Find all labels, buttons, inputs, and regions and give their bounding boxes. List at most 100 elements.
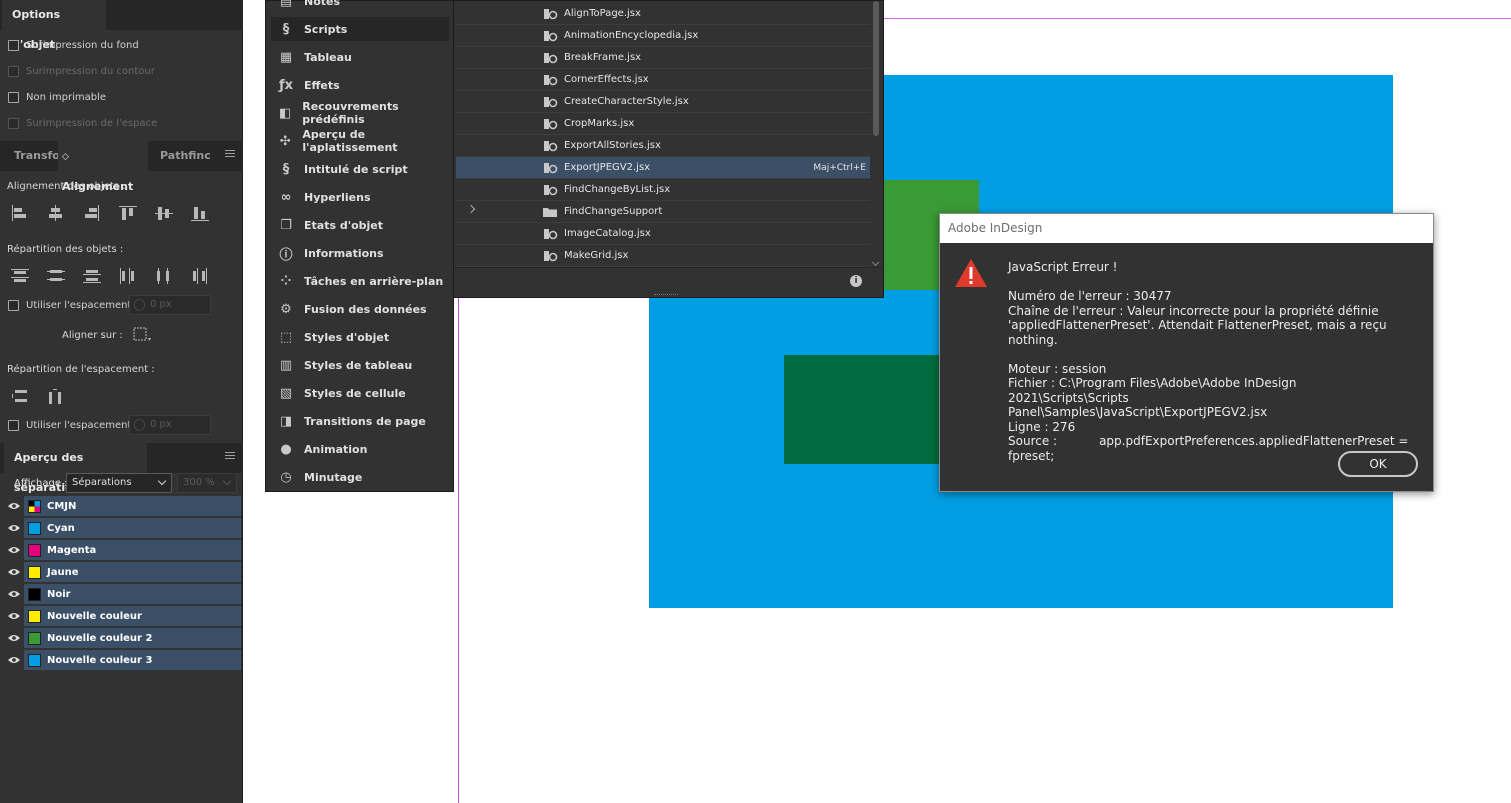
separation-row[interactable]: Noir [4,583,241,605]
align-top-icon[interactable] [119,205,137,221]
checkbox-use-spacing-2[interactable]: Utiliser l'espacement [8,417,131,433]
dock-item-object-states[interactable]: ❐ Etats d'objet [271,213,449,237]
separation-row[interactable]: Magenta [4,539,241,561]
dock-item-hyperlinks[interactable]: ∞ Hyperliens [271,185,449,209]
align-right-icon[interactable] [83,205,101,221]
scrollbar[interactable] [871,1,880,267]
script-row[interactable]: AnimationEncyclopedia.jsx [456,25,870,47]
dock-item-table-styles[interactable]: ▥ Styles de tableau [271,353,449,377]
script-row[interactable]: CornerEffects.jsx [456,69,870,91]
dock-item-trap-presets[interactable]: ◧ Recouvrements prédéfinis [271,100,449,126]
dock-item-info[interactable]: ⓘ Informations [271,241,449,265]
script-row[interactable]: CreateCharacterStyle.jsx [456,91,870,113]
distribute-left-icon[interactable] [119,268,137,284]
checkbox-overprint-fill[interactable]: Surimpression du fond [8,37,139,53]
dock-item-script-label[interactable]: § Intitulé de script [271,157,449,181]
distribute-horizontal-space-icon[interactable] [47,388,65,404]
checkbox-box[interactable] [8,39,19,51]
spacing-input[interactable]: 0 px [129,295,211,315]
dock-item-cell-styles[interactable]: ▧ Styles de cellule [271,381,449,405]
tab-separations-preview[interactable]: Aperçu des séparations [4,443,147,494]
dock-item-background-tasks[interactable]: ⁘ Tâches en arrière-plan [271,269,449,293]
dark-green-rectangle[interactable] [784,355,940,464]
align-bottom-icon[interactable] [191,205,209,221]
eye-icon[interactable] [4,627,24,649]
dock-item-scripts[interactable]: § Scripts [271,17,449,41]
align-to-selection-icon[interactable] [133,327,151,342]
dock-item-flattener-preview[interactable]: ✣ Aperçu de l'aplatissement [271,128,449,154]
separation-row[interactable]: Nouvelle couleur 2 [4,627,241,649]
checkbox-use-spacing[interactable]: Utiliser l'espacement [8,297,131,313]
scrollbar-thumb[interactable] [873,1,879,136]
spacing-value-2: 0 px [150,419,172,430]
script-row[interactable]: BreakFrame.jsx [456,47,870,69]
separation-row[interactable]: Nouvelle couleur [4,605,241,627]
separation-row[interactable]: Nouvelle couleur 3 [4,649,241,671]
eye-icon[interactable] [4,583,24,605]
script-folder-row[interactable]: FindChangeSupport [456,201,870,223]
distribute-vertical-center-icon[interactable] [47,268,65,284]
tab-pathfinder[interactable]: Pathfinc [150,141,221,171]
align-vertical-center-icon[interactable] [155,205,173,221]
dock-item-table[interactable]: ▦ Tableau [271,45,449,69]
tab-object-options[interactable]: Options d'objet [2,0,106,51]
dock-item-data-merge[interactable]: ⚙ Fusion des données [271,297,449,321]
chevron-right-icon[interactable] [466,204,476,214]
dock-item-page-transitions[interactable]: ◨ Transitions de page [271,409,449,433]
view-select[interactable]: Séparations [66,473,172,493]
eye-icon[interactable] [4,649,24,671]
checkbox-overprint-gap[interactable]: Surimpression de l'espace [8,115,157,131]
dock-item-object-styles[interactable]: ⬚ Styles d'objet [271,325,449,349]
dock-item-fx[interactable]: ƒx Effets [271,73,449,97]
checkbox-nonprinting[interactable]: Non imprimable [8,89,106,105]
separation-name: Nouvelle couleur 3 [47,654,153,666]
eye-icon[interactable] [4,539,24,561]
stepper-icon[interactable] [134,299,145,311]
info-icon[interactable]: i [850,275,862,287]
script-row[interactable]: ExportAllStories.jsx [456,135,870,157]
view-label: Affichage : [14,478,68,489]
scroll-down-icon[interactable] [871,258,880,267]
script-row[interactable]: ImageCatalog.jsx [456,223,870,245]
eye-icon[interactable] [4,495,24,517]
checkbox-box[interactable] [8,299,19,311]
spacing-input-2[interactable]: 0 px [129,415,211,435]
tab-align[interactable]: ◇ Alignement [58,141,148,193]
panel-menu-icon[interactable] [225,452,235,462]
checkbox-box[interactable] [8,117,19,129]
distribute-vertical-space-icon[interactable] [11,388,29,404]
ok-button[interactable]: OK [1338,451,1418,477]
checkbox-label: Surimpression du contour [26,65,155,77]
dock-item-label: Intitulé de script [304,162,408,176]
panel-menu-icon[interactable] [225,150,235,160]
resize-grip[interactable] [654,294,678,296]
eye-icon[interactable] [4,605,24,627]
dock-item-animation[interactable]: ● Animation [271,437,449,461]
align-left-icon[interactable] [11,205,29,221]
script-row[interactable]: ExportJPEGV2.jsx Maj+Ctrl+E [456,157,870,179]
checkbox-box[interactable] [8,65,19,77]
eye-icon[interactable] [4,517,24,539]
align-horizontal-center-icon[interactable] [47,205,65,221]
checkbox-box[interactable] [8,91,19,103]
distribute-horizontal-center-icon[interactable] [155,268,173,284]
dock-item-timing[interactable]: ◷ Minutage [271,465,449,489]
stepper-icon[interactable] [134,419,145,431]
script-row[interactable]: AlignToPage.jsx [456,3,870,25]
distribute-bottom-icon[interactable] [83,268,101,284]
checkbox-overprint-stroke[interactable]: Surimpression du contour [8,63,155,79]
zoom-select[interactable]: 300 % [177,473,237,493]
checkbox-box[interactable] [8,419,19,431]
script-row[interactable]: CropMarks.jsx [456,113,870,135]
script-row[interactable]: MakeGrid.jsx [456,245,870,267]
separation-row[interactable]: Cyan [4,517,241,539]
align-to-label: Aligner sur : [62,330,123,341]
eye-icon[interactable] [4,561,24,583]
dock-item-notes[interactable]: ▤ Notes [271,0,449,13]
distribute-top-icon[interactable] [11,268,29,284]
separation-row[interactable]: CMJN [4,495,241,517]
script-row[interactable]: FindChangeByList.jsx [456,179,870,201]
distribute-right-icon[interactable] [191,268,209,284]
separation-row[interactable]: Jaune [4,561,241,583]
folder-icon [542,205,558,219]
